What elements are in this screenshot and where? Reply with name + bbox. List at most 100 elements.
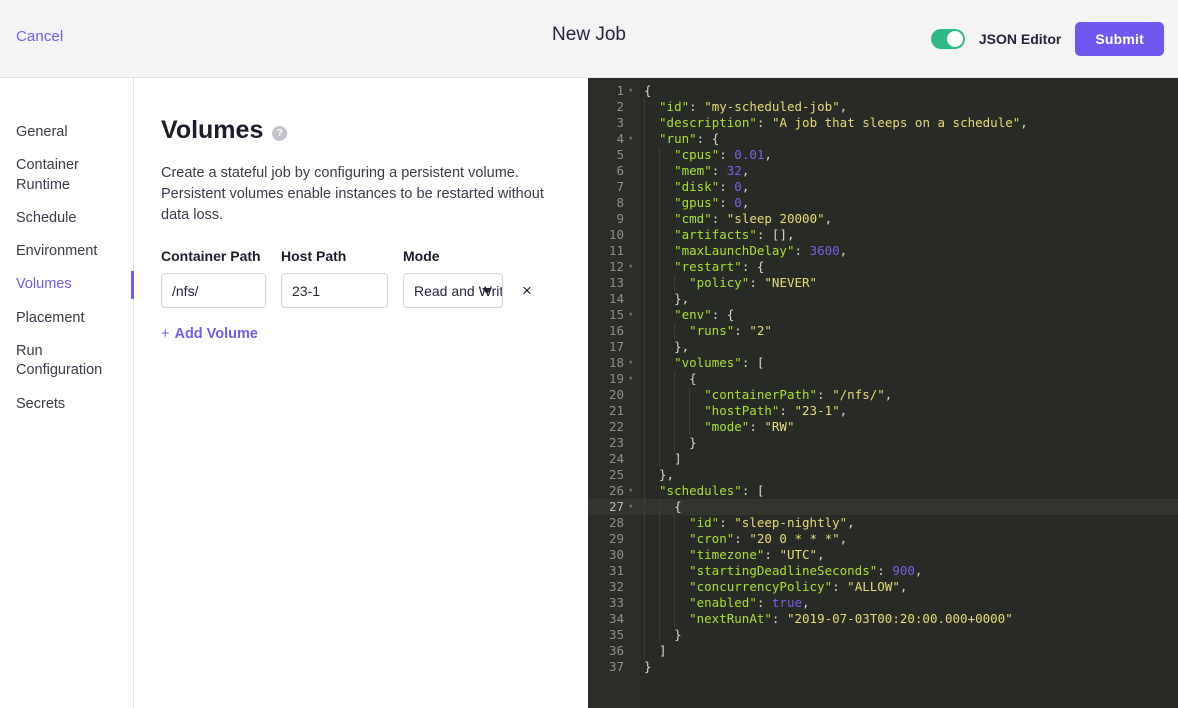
token-punc: ] [674,451,682,466]
code-line[interactable]: 7 "disk": 0, [588,179,1178,195]
token-punc: : { [696,131,720,146]
code-line[interactable]: 34 "nextRunAt": "2019-07-03T00:20:00.000+… [588,611,1178,627]
code-line[interactable]: 36] [588,643,1178,659]
code-line[interactable]: 6 "mem": 32, [588,163,1178,179]
token-key: "description" [659,115,757,130]
code-line[interactable]: 9 "cmd": "sleep 20000", [588,211,1178,227]
code-line[interactable]: 19 ▾ { [588,371,1178,387]
code-line[interactable]: 1 ▾ { [588,83,1178,99]
container-path-input[interactable] [161,273,266,309]
code-line[interactable]: 2 "id": "my-scheduled-job", [588,99,1178,115]
code-line[interactable]: 4 ▾ "run": { [588,131,1178,147]
mode-select[interactable]: Read and Write [403,273,503,309]
token-key: "cron" [689,531,735,546]
token-str: "2019-07-03T00:20:00.000+0000" [786,611,1013,626]
indent-guide [644,131,645,147]
indent-guide [674,419,676,435]
remove-volume-button[interactable]: × [518,273,536,308]
sidebar-item-schedule[interactable]: Schedule [0,202,133,235]
code-line[interactable]: 15 ▾ "env": { [588,307,1178,323]
code-line[interactable]: 20 "containerPath": "/nfs/", [588,387,1178,403]
fold-arrow-icon[interactable]: ▾ [628,371,638,387]
line-number: 4 [616,131,624,146]
fold-arrow-icon[interactable]: ▾ [628,307,638,323]
fold-arrow-icon[interactable]: ▾ [628,259,638,275]
submit-button[interactable]: Submit [1075,22,1164,56]
token-num: 3600 [809,243,840,258]
code-line[interactable]: 29 "cron": "20 0 * * *", [588,531,1178,547]
fold-arrow-icon[interactable]: ▾ [628,83,638,99]
code-line[interactable]: 12 ▾ "restart": { [588,259,1178,275]
line-number: 27 [608,499,624,514]
code-line[interactable]: 22 "mode": "RW" [588,419,1178,435]
code-line[interactable]: 13 "policy": "NEVER" [588,275,1178,291]
code-line[interactable]: 24] [588,451,1178,467]
code-line[interactable]: 25}, [588,467,1178,483]
help-icon[interactable]: ? [272,125,288,141]
line-number: 25 [608,467,624,482]
code-line[interactable]: 14}, [588,291,1178,307]
code-line[interactable]: 11 "maxLaunchDelay": 3600, [588,243,1178,259]
indent-guide [644,179,645,195]
settings-sidebar: General Container Runtime Schedule Envir… [0,78,134,708]
editor-code-area[interactable]: 1 ▾ {2 "id": "my-scheduled-job", 3 "descripti… [588,78,1178,675]
code-line[interactable]: 33 "enabled": true, [588,595,1178,611]
json-editor-panel[interactable]: 1 ▾ {2 "id": "my-scheduled-job", 3 "descripti… [588,78,1178,708]
token-punc: : [711,163,727,178]
token-punc: : [877,563,893,578]
sidebar-item-placement[interactable]: Placement [0,302,133,335]
indent-guide [644,467,645,483]
token-key: "gpus" [674,195,720,210]
code-line[interactable]: 26 ▾ "schedules": [ [588,483,1178,499]
code-line[interactable]: 23} [588,435,1178,451]
fold-arrow-icon[interactable]: ▾ [628,355,638,371]
section-header: Volumes ? [161,116,566,145]
token-punc: : [794,243,810,258]
code-line[interactable]: 8 "gpus": 0, [588,195,1178,211]
code-line[interactable]: 30 "timezone": "UTC", [588,547,1178,563]
sidebar-item-run-configuration[interactable]: Run Configuration [0,335,133,388]
code-line[interactable]: 17}, [588,339,1178,355]
json-editor-toggle[interactable] [930,29,965,49]
token-punc: , [839,99,848,114]
code-line[interactable]: 16 "runs": "2" [588,323,1178,339]
sidebar-item-volumes[interactable]: Volumes [0,268,134,301]
code-line[interactable]: 28 "id": "sleep-nightly", [588,515,1178,531]
code-line[interactable]: 18 ▾ "volumes": [ [588,355,1178,371]
fold-arrow-icon[interactable]: ▾ [628,483,638,499]
sidebar-item-label: General [16,124,68,140]
code-line[interactable]: 10 "artifacts": [], [588,227,1178,243]
fold-arrow-icon[interactable]: ▾ [628,499,638,515]
indent-guide [674,371,676,387]
sidebar-item-secrets[interactable]: Secrets [0,388,133,421]
sidebar-item-general[interactable]: General [0,116,133,149]
fold-arrow-icon[interactable]: ▾ [628,131,638,147]
code-text: "disk": 0, [674,179,749,195]
code-line[interactable]: 3 "description": "A job that sleeps on a … [588,115,1178,131]
code-text: "maxLaunchDelay": 3600, [674,243,847,259]
code-line[interactable]: 32 "concurrencyPolicy": "ALLOW", [588,579,1178,595]
token-punc: : [734,531,750,546]
indent-guide [644,595,645,611]
token-punc: : [689,99,705,114]
token-key: "schedules" [659,483,742,498]
line-number: 2 [616,99,624,114]
add-volume-button[interactable]: + Add Volume [161,326,258,342]
code-line[interactable]: 31 "startingDeadlineSeconds": 900, [588,563,1178,579]
code-line[interactable]: 35} [588,627,1178,643]
sidebar-item-container-runtime[interactable]: Container Runtime [0,149,133,202]
sidebar-item-environment[interactable]: Environment [0,235,133,268]
code-text: "cpus": 0.01, [674,147,772,163]
indent-guide [644,163,645,179]
token-key: "id" [689,515,720,530]
indent-guide [659,371,661,387]
indent-guide [659,547,661,563]
code-text: "hostPath": "23-1", [704,403,847,419]
code-line[interactable]: 21 "hostPath": "23-1", [588,403,1178,419]
code-line[interactable]: 37} [588,659,1178,675]
host-path-input[interactable] [281,273,388,309]
indent-guide [674,563,676,579]
line-number: 13 [608,275,624,290]
code-line[interactable]: 27 ▾ { [588,499,1178,515]
code-line[interactable]: 5 "cpus": 0.01, [588,147,1178,163]
